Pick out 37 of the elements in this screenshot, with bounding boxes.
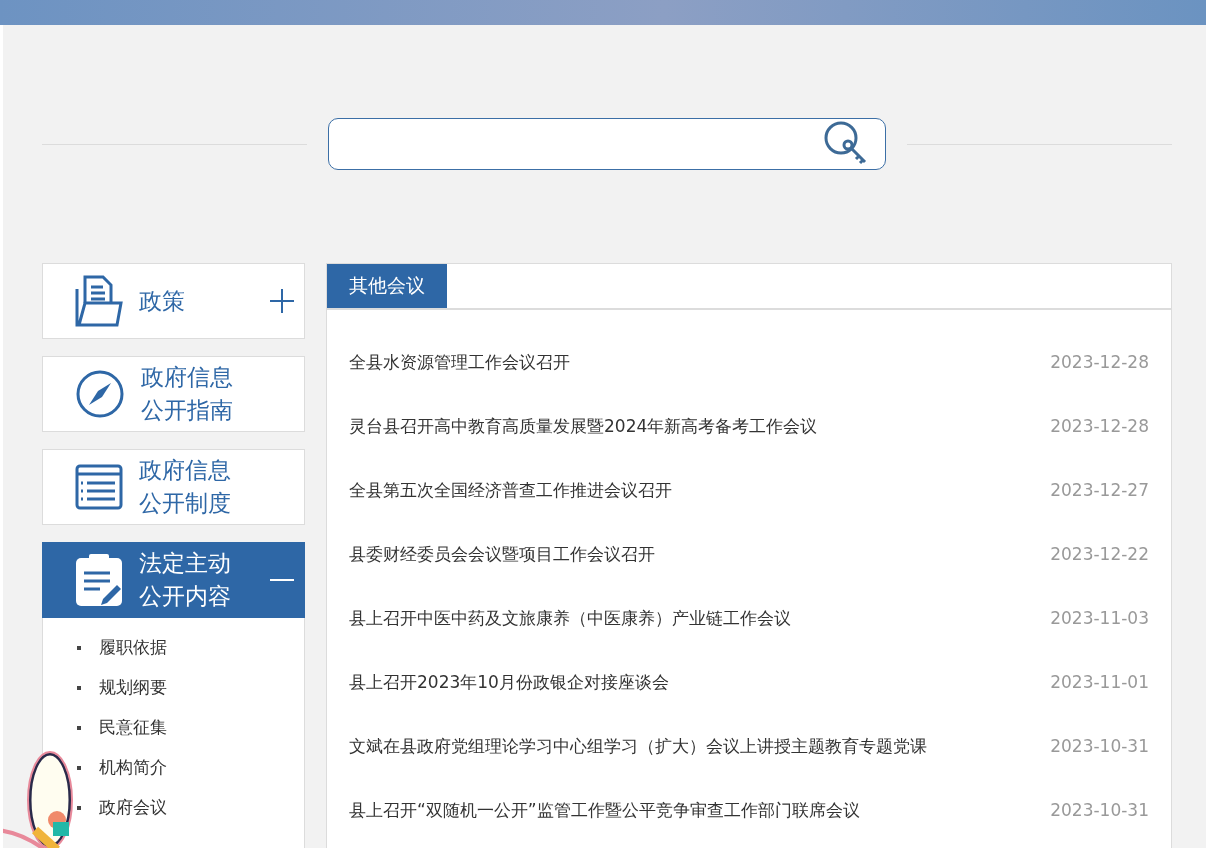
section-tab[interactable]: 其他会议 (327, 264, 447, 308)
news-link[interactable]: 县上召开“双随机一公开”监管工作暨公平竞争审查工作部门联席会议 (349, 798, 860, 822)
news-date: 2023-10-31 (1050, 800, 1149, 820)
submenu-link[interactable]: 履职依据 (99, 636, 167, 659)
news-link[interactable]: 县上召开中医中药及文旅康养（中医康养）产业链工作会议 (349, 606, 791, 630)
bullet-icon (77, 805, 81, 810)
sidebar-item[interactable]: 政府信息公开制度 (42, 449, 305, 525)
news-link[interactable]: 灵台县召开高中教育高质量发展暨2024年新高考备考工作会议 (349, 414, 818, 438)
news-date: 2023-11-03 (1050, 608, 1149, 628)
expand-icon[interactable] (270, 289, 294, 313)
submenu-link[interactable]: 规划纲要 (99, 676, 167, 699)
news-link[interactable]: 全县水资源管理工作会议召开 (349, 350, 570, 374)
compass-icon (75, 369, 125, 419)
news-link[interactable]: 全县第五次全国经济普查工作推进会议召开 (349, 478, 672, 502)
news-date: 2023-12-27 (1050, 480, 1149, 500)
sidebar-item[interactable]: 政府信息公开指南 (42, 356, 305, 432)
news-date: 2023-11-01 (1050, 672, 1149, 692)
bullet-icon (77, 645, 81, 650)
news-date: 2023-10-31 (1050, 736, 1149, 756)
news-date: 2023-12-28 (1050, 352, 1149, 372)
clipboard-icon (75, 553, 123, 607)
submenu-link[interactable]: 民意征集 (99, 716, 167, 739)
bullet-icon (77, 765, 81, 770)
sidebar-item[interactable]: 法定主动公开内容 (42, 542, 305, 618)
list-icon (75, 463, 123, 511)
bullet-icon (77, 725, 81, 730)
news-link[interactable]: 县委财经委员会会议暨项目工作会议召开 (349, 542, 655, 566)
submenu-link[interactable]: 机构简介 (99, 756, 167, 779)
sidebar-item[interactable]: 政策 (42, 263, 305, 339)
folder-icon (75, 275, 123, 327)
submenu-link[interactable]: 政府会议 (99, 796, 167, 819)
bullet-icon (77, 685, 81, 690)
news-link[interactable]: 县上召开2023年10月份政银企对接座谈会 (349, 670, 669, 694)
news-link[interactable]: 文斌在县政府党组理论学习中心组学习（扩大）会议上讲授主题教育专题党课 (349, 734, 927, 758)
news-date: 2023-12-28 (1050, 416, 1149, 436)
news-date: 2023-12-22 (1050, 544, 1149, 564)
search-field[interactable] (328, 118, 886, 170)
